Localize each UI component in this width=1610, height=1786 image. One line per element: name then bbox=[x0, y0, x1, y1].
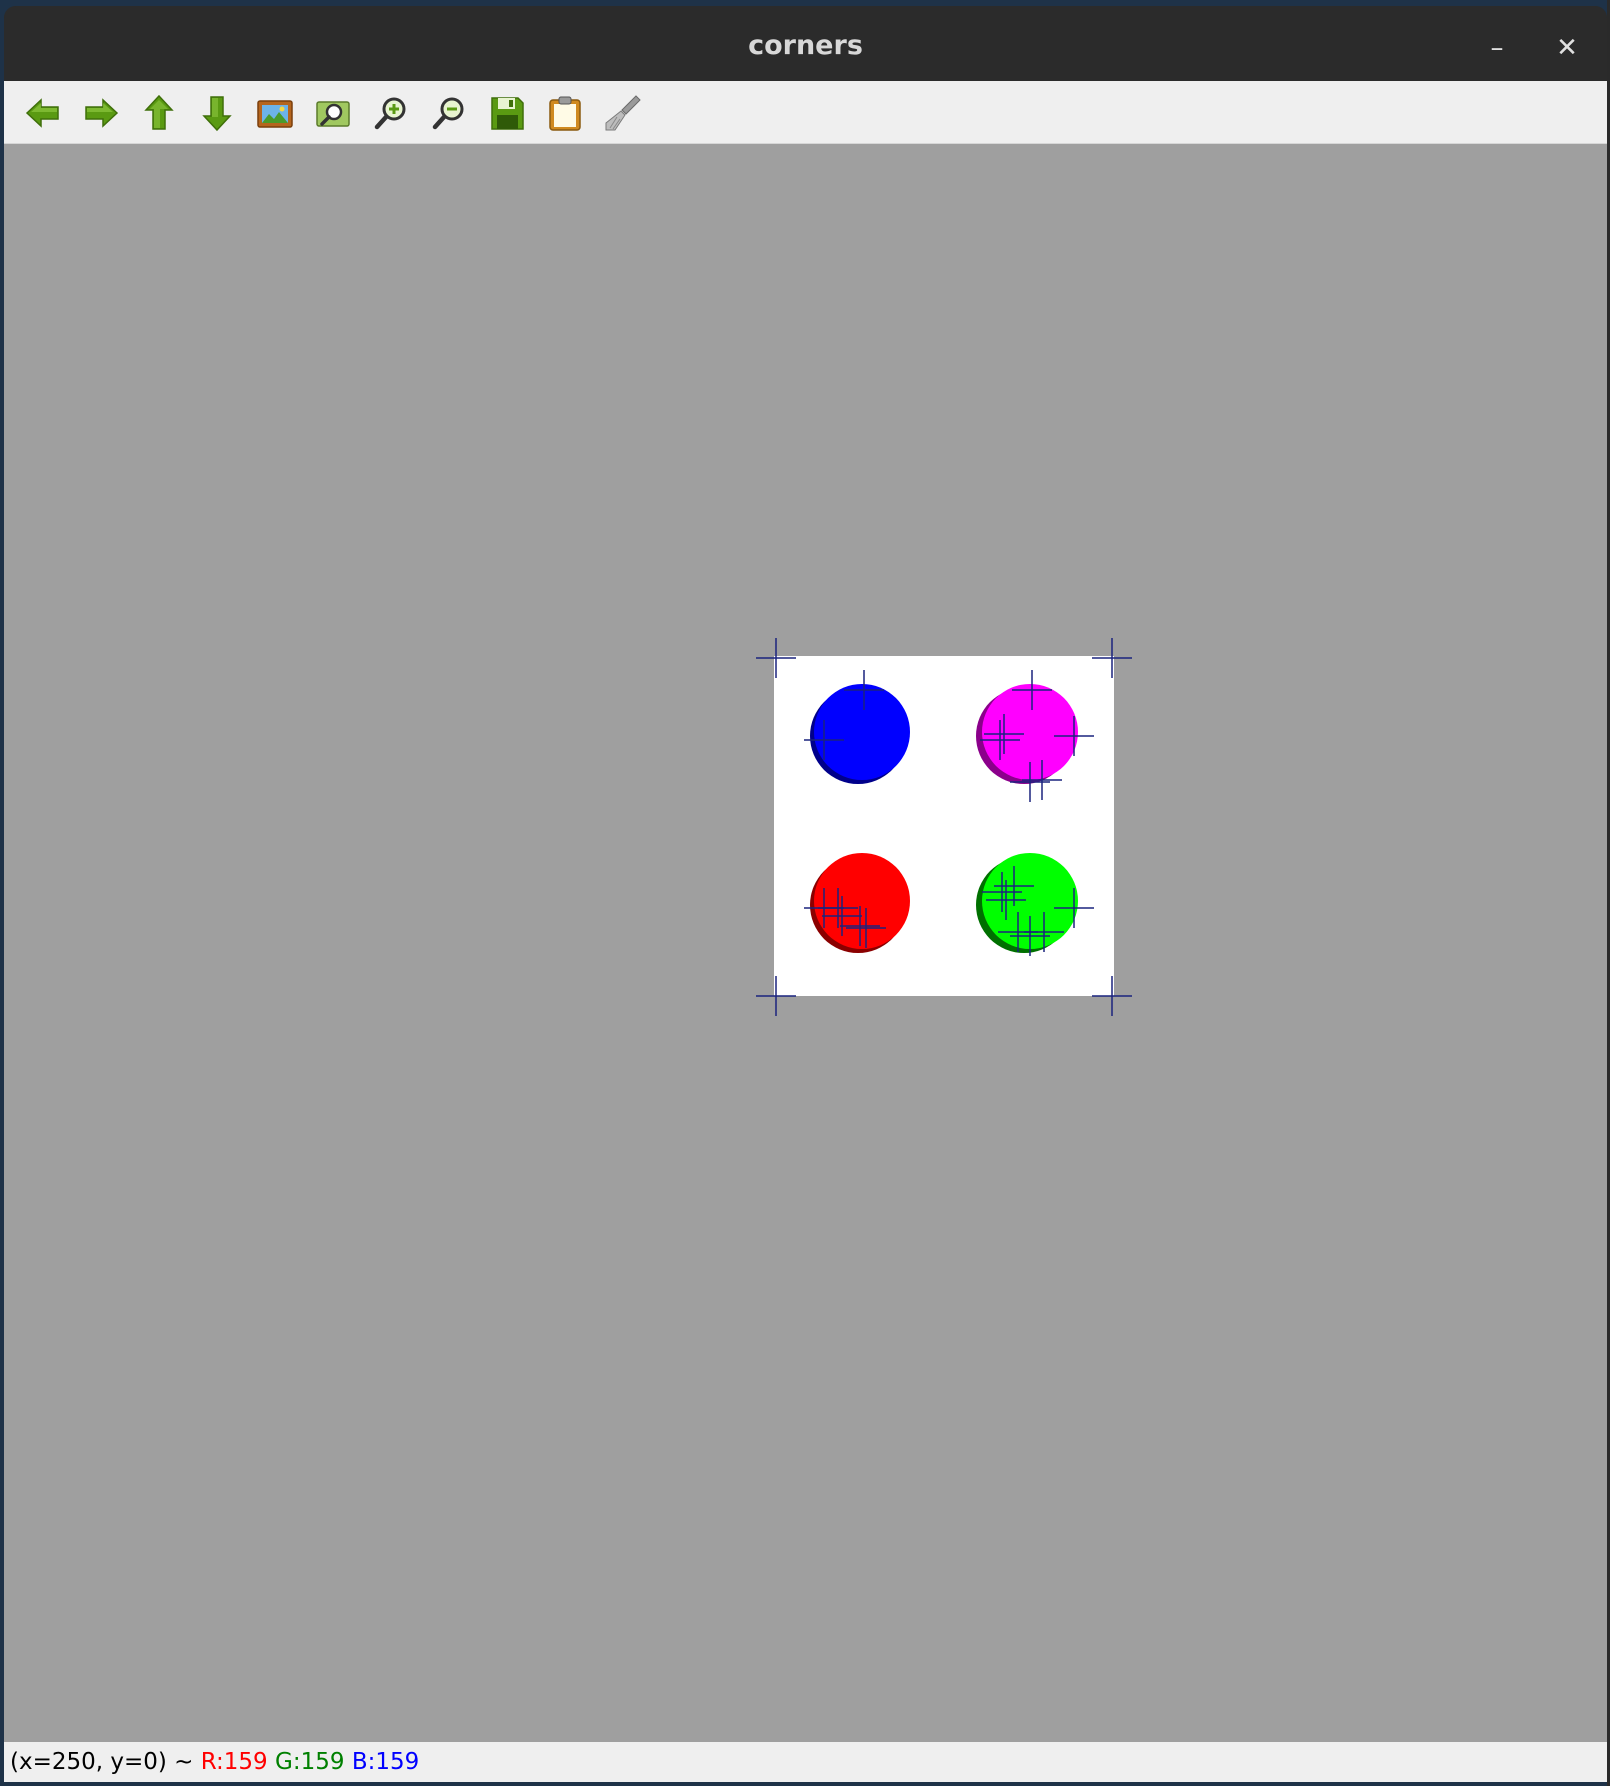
pixel-red-value: R:159 bbox=[200, 1749, 268, 1775]
image-canvas[interactable] bbox=[4, 144, 1607, 1742]
image-window: corners – ✕ (x=250, y=0) ~ R:159 G:159 B… bbox=[4, 6, 1607, 1782]
zoom-fit-button[interactable] bbox=[313, 93, 353, 133]
cursor-coordinates: (x=250, y=0) ~ bbox=[10, 1749, 194, 1775]
pixel-green-value: G:159 bbox=[275, 1749, 345, 1775]
arrow-up-icon bbox=[144, 94, 174, 130]
properties-button[interactable] bbox=[603, 93, 643, 133]
arrow-right-icon bbox=[85, 98, 119, 128]
status-bar: (x=250, y=0) ~ R:159 G:159 B:159 bbox=[4, 1742, 1607, 1782]
zoom-original-button[interactable] bbox=[255, 93, 295, 133]
clipboard-icon bbox=[549, 96, 581, 131]
pan-up-button[interactable] bbox=[139, 93, 179, 133]
zoom-in-button[interactable] bbox=[371, 93, 411, 133]
close-button[interactable]: ✕ bbox=[1545, 26, 1589, 70]
close-icon: ✕ bbox=[1556, 33, 1578, 63]
pan-right-button[interactable] bbox=[81, 93, 121, 133]
pixel-blue-value: B:159 bbox=[351, 1749, 420, 1775]
pan-left-button[interactable] bbox=[23, 93, 63, 133]
save-button[interactable] bbox=[487, 93, 527, 133]
pan-down-button[interactable] bbox=[197, 93, 237, 133]
save-icon bbox=[491, 97, 524, 130]
zoom-out-icon bbox=[432, 97, 464, 130]
zoom-fit-icon bbox=[316, 101, 350, 127]
toolbar bbox=[4, 81, 1607, 144]
blue-circle bbox=[814, 684, 910, 780]
brush-icon bbox=[605, 95, 641, 131]
displayed-image[interactable] bbox=[754, 636, 1134, 1016]
arrow-left-icon bbox=[25, 98, 59, 128]
minimize-button[interactable]: – bbox=[1475, 26, 1519, 70]
copy-button[interactable] bbox=[545, 93, 585, 133]
title-bar[interactable]: corners – ✕ bbox=[4, 6, 1607, 81]
window-title: corners bbox=[748, 30, 863, 61]
zoom-original-icon bbox=[257, 100, 293, 128]
minimize-icon: – bbox=[1490, 33, 1504, 63]
zoom-in-icon bbox=[374, 97, 406, 130]
arrow-down-icon bbox=[202, 96, 232, 132]
zoom-out-button[interactable] bbox=[429, 93, 469, 133]
red-circle bbox=[814, 853, 910, 949]
